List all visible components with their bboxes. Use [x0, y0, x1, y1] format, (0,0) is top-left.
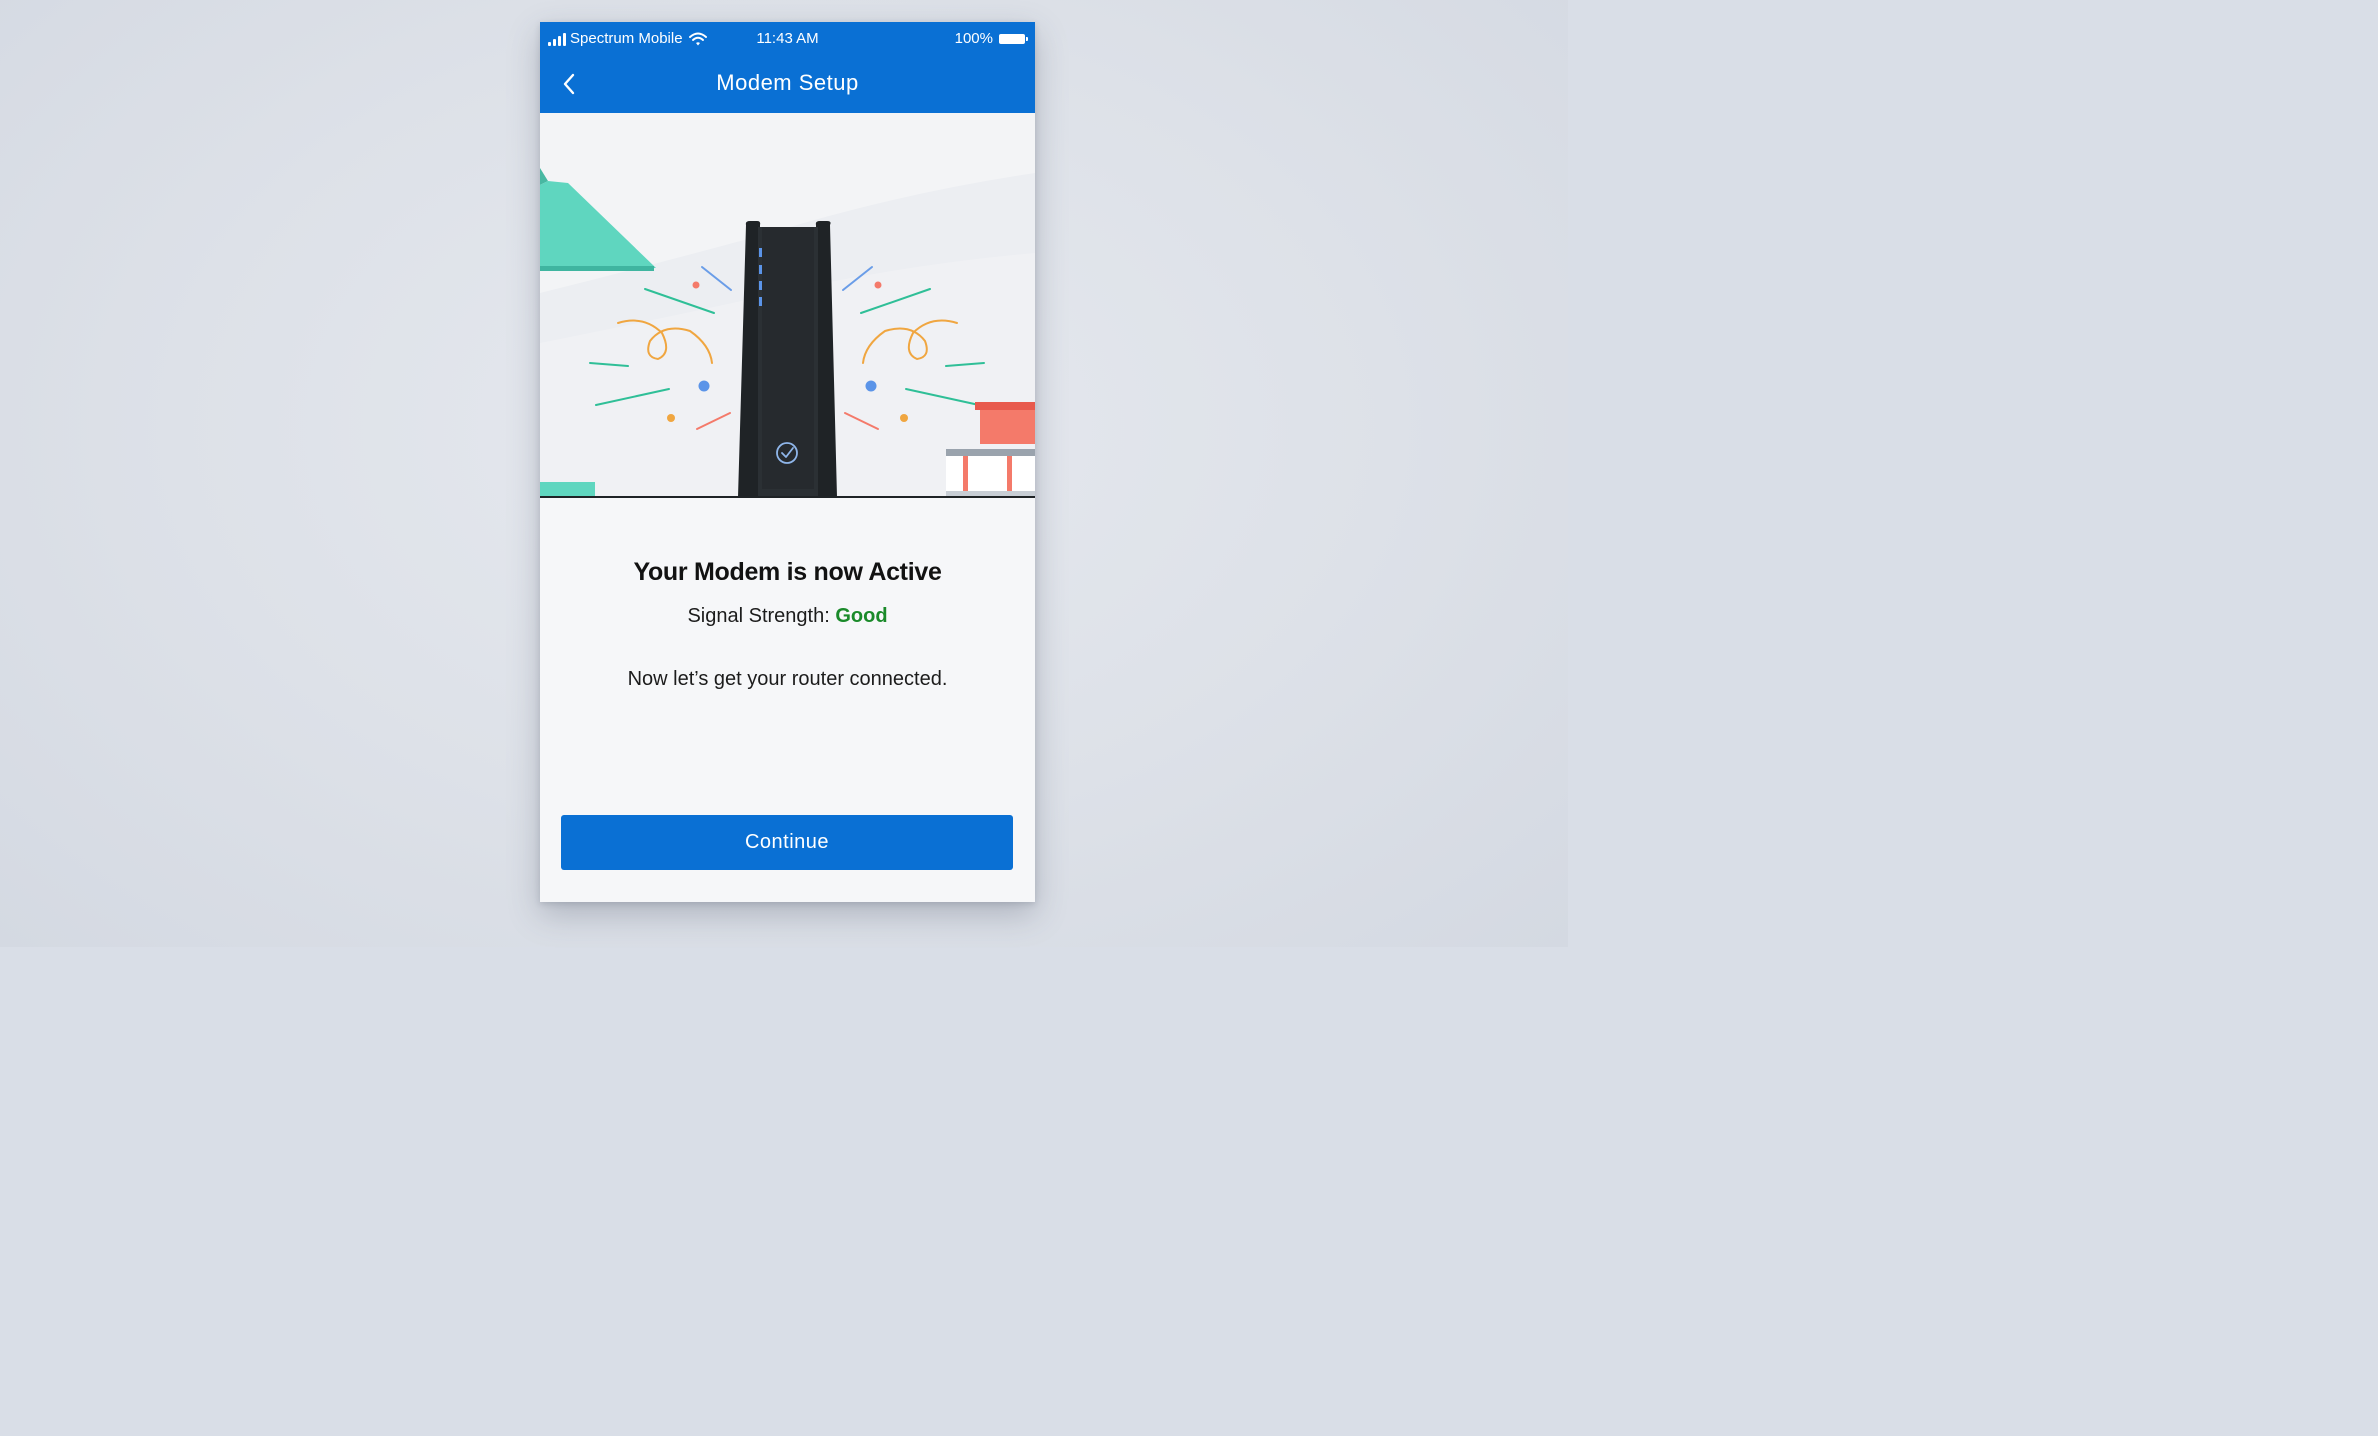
signal-value: Good: [835, 605, 888, 627]
battery-percent: 100%: [954, 30, 993, 47]
signal-strength: Signal Strength: Good: [540, 605, 1035, 628]
lamp-illustration: [540, 168, 656, 271]
nav-bar: Modem Setup: [540, 55, 1035, 113]
modem-device: [738, 221, 837, 497]
instruction-text: Now let’s get your router connected.: [627, 668, 948, 690]
battery-icon: [999, 33, 1028, 44]
status-bar: Spectrum Mobile 11:43 AM 100%: [540, 22, 1035, 55]
phone-screen: Spectrum Mobile 11:43 AM 100% Modem Setu…: [540, 22, 1035, 902]
status-headline: Your Modem is now Active: [633, 558, 942, 586]
battery-group: 100%: [954, 30, 1028, 47]
teal-block: [540, 482, 595, 497]
page-title: Modem Setup: [716, 70, 859, 95]
hero-illustration: [540, 113, 1035, 498]
continue-button[interactable]: Continue: [561, 815, 1013, 870]
modem-illustration: [540, 168, 1035, 498]
signal-label: Signal Strength:: [687, 605, 836, 627]
